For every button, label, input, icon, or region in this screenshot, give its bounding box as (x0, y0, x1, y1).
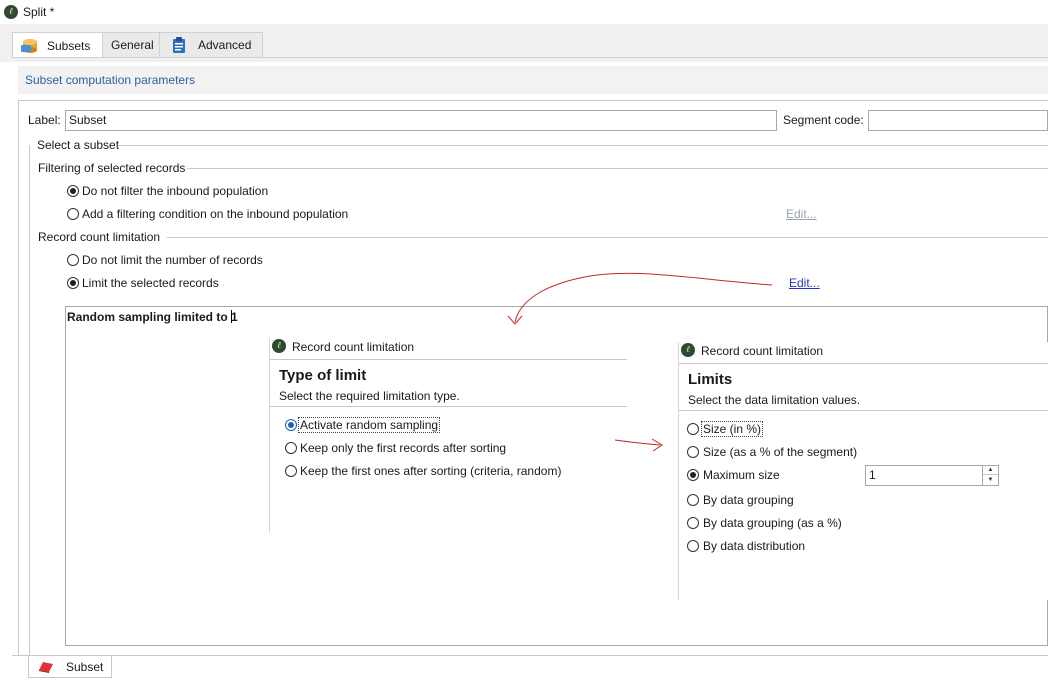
curved-arrow-line (514, 272, 773, 323)
bottom-tab-line (12, 655, 1048, 656)
bottom-tab-label: Subset (66, 660, 104, 674)
annotation-arrows (507, 272, 773, 452)
bottom-tab-subset[interactable]: Subset (28, 656, 112, 678)
straight-arrow-line (614, 439, 661, 446)
subset-icon (39, 662, 53, 673)
